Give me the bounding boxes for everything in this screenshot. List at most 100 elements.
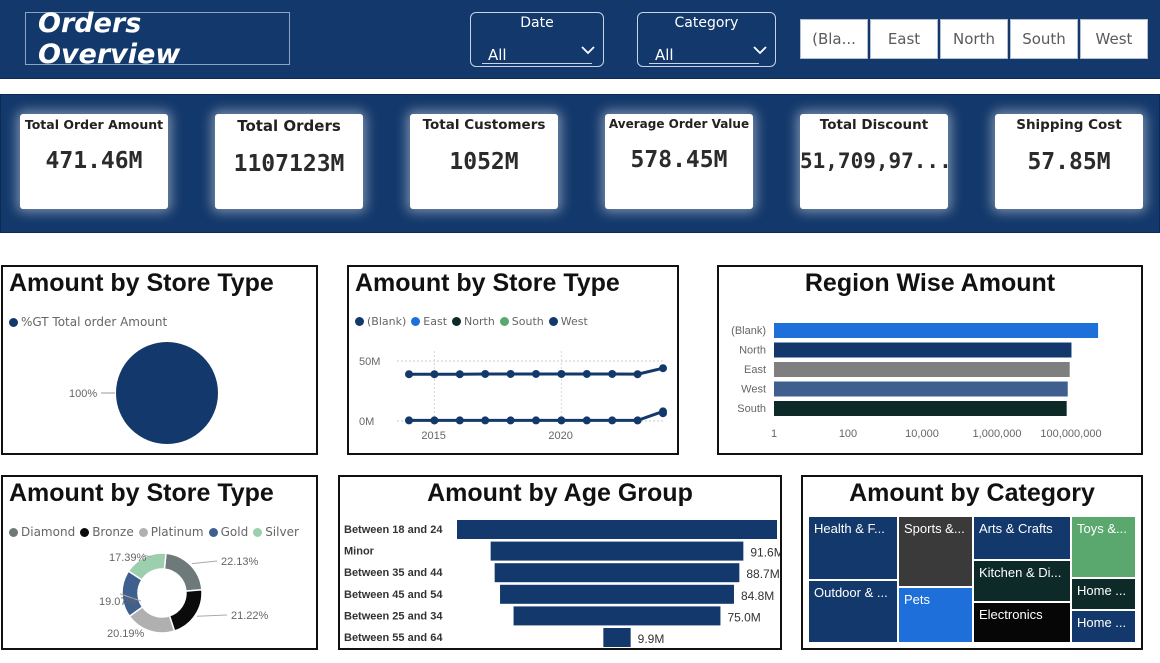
panel-store-type-line[interactable]: Amount by Store Type (Blank) East North Sou… <box>347 265 679 455</box>
funnel-category-label: Minor <box>344 546 375 558</box>
donut-leader-line <box>196 614 228 617</box>
category-slicer[interactable]: Category All <box>637 12 776 67</box>
data-point[interactable] <box>532 369 540 378</box>
treemap-tile[interactable]: Home ... <box>1072 579 1135 609</box>
x-tick-label: 100,000,000 <box>1040 428 1101 440</box>
data-point[interactable] <box>481 369 490 378</box>
treemap-tile[interactable]: Pets <box>899 588 972 642</box>
data-point[interactable] <box>405 370 413 379</box>
category-slicer-label: Category <box>674 15 739 31</box>
funnel-category-label: Between 55 and 64 <box>344 632 443 644</box>
bar-category-label: (Blank) <box>731 325 766 337</box>
kpi-label: Total Customers <box>422 117 546 133</box>
funnel-bar[interactable] <box>500 584 734 604</box>
data-point[interactable] <box>659 409 667 418</box>
data-point[interactable] <box>455 416 464 425</box>
data-point[interactable] <box>608 416 617 425</box>
panel-region-amount[interactable]: Region Wise Amount (Blank) North East West S… <box>717 265 1143 455</box>
kpi-value: 51,709,97... <box>800 149 952 173</box>
data-point[interactable] <box>633 416 642 425</box>
treemap-tile[interactable]: Home ... <box>1072 611 1135 642</box>
kpi-card-total-customers[interactable]: Total Customers 1052M <box>410 114 558 209</box>
data-point[interactable] <box>608 369 617 378</box>
region-bar[interactable] <box>774 401 1067 416</box>
chevron-down-icon[interactable] <box>581 43 595 57</box>
donut-chart: 22.13% 21.22% 20.19% 19.07% 17.39% <box>99 552 269 640</box>
data-point[interactable] <box>659 364 667 373</box>
region-button-north[interactable]: North <box>940 19 1008 59</box>
data-point[interactable] <box>430 370 439 379</box>
data-point[interactable] <box>506 369 515 378</box>
category-treemap: Health & F... Sports &... Arts & Crafts Toy… <box>803 477 1141 648</box>
panel-age-group[interactable]: Amount by Age Group Between 18 and 24 Min… <box>338 475 782 650</box>
treemap-tile[interactable]: Kitchen & Di... <box>974 561 1070 601</box>
funnel-value-label: 84.8M <box>741 589 774 603</box>
region-bar[interactable] <box>774 323 1099 338</box>
y-tick-label: 0M <box>359 416 374 428</box>
panel-category[interactable]: Amount by Category Health & F... Sports &… <box>801 475 1143 650</box>
region-bar[interactable] <box>774 381 1068 397</box>
funnel-bar[interactable] <box>457 520 777 539</box>
data-point[interactable] <box>557 416 566 425</box>
kpi-label: Average Order Value <box>608 117 750 131</box>
data-point[interactable] <box>582 369 591 378</box>
kpi-label: Total Orders <box>237 117 341 135</box>
treemap-tile[interactable]: Sports &... <box>899 517 972 586</box>
donut-slice[interactable] <box>168 588 203 632</box>
funnel-value-label: 91.6M <box>750 546 780 560</box>
chevron-down-icon[interactable] <box>753 43 767 57</box>
x-tick-label: 1,000,000 <box>973 428 1022 440</box>
funnel-bar[interactable] <box>494 563 740 583</box>
funnel-bar[interactable] <box>513 606 721 626</box>
date-slicer-value[interactable]: All <box>482 40 592 64</box>
treemap-tile[interactable]: Electronics <box>974 603 1070 642</box>
data-point[interactable] <box>506 416 515 425</box>
kpi-card-average-order-value[interactable]: Average Order Value 578.45M <box>605 114 753 209</box>
kpi-card-total-order-amount[interactable]: Total Order Amount 471.46M <box>20 114 168 209</box>
data-point[interactable] <box>455 370 464 379</box>
kpi-value: 57.85M <box>1027 149 1111 175</box>
data-point[interactable] <box>405 416 413 425</box>
panel-store-type-donut[interactable]: Amount by Store Type Diamond Bronze Platin… <box>1 475 318 650</box>
donut-slice[interactable] <box>163 552 203 592</box>
region-button-south[interactable]: South <box>1010 19 1078 59</box>
bar-category-label: South <box>737 403 766 415</box>
title-box: Orders Overview <box>25 8 290 70</box>
kpi-card-shipping-cost[interactable]: Shipping Cost 57.85M <box>995 114 1143 209</box>
treemap-tile[interactable]: Arts & Crafts <box>974 517 1070 559</box>
data-point[interactable] <box>557 369 566 378</box>
region-button-west[interactable]: West <box>1080 19 1148 59</box>
data-point[interactable] <box>532 416 540 425</box>
x-tick-label: 100 <box>839 428 857 440</box>
funnel-value-label: 88.7M <box>746 567 779 581</box>
category-slicer-value[interactable]: All <box>649 40 759 64</box>
data-point[interactable] <box>430 416 439 425</box>
region-button-east[interactable]: East <box>870 19 938 59</box>
treemap-tile[interactable]: Health & F... <box>809 517 897 579</box>
region-bar[interactable] <box>774 342 1072 358</box>
bar-category-label: West <box>741 384 766 396</box>
panel-store-type-pie[interactable]: Amount by Store Type %GT Total order Amo… <box>1 265 318 455</box>
kpi-card-total-discount[interactable]: Total Discount 51,709,97... <box>800 114 952 209</box>
data-point[interactable] <box>582 416 591 425</box>
kpi-band: Total Order Amount 471.46M Total Orders … <box>0 94 1160 233</box>
date-slicer[interactable]: Date All <box>470 12 604 67</box>
funnel-category-label: Between 45 and 54 <box>344 589 443 601</box>
funnel-bar[interactable] <box>603 628 631 647</box>
data-point[interactable] <box>481 416 490 425</box>
age-funnel-chart: Between 18 and 24 Minor 91.6M Between 35 an… <box>344 520 780 647</box>
region-bar[interactable] <box>774 362 1070 377</box>
x-tick-label: 1 <box>771 428 777 440</box>
data-point[interactable] <box>633 370 642 379</box>
pie-slice[interactable] <box>116 342 218 444</box>
pie-slice-label: 100% <box>69 388 97 400</box>
kpi-value: 1052M <box>449 149 519 175</box>
x-tick-label: 2015 <box>421 430 445 442</box>
treemap-tile[interactable]: Outdoor & ... <box>809 581 897 642</box>
region-bar-chart: (Blank) North East West South 1 100 10,000 1,000… <box>731 323 1102 440</box>
treemap-tile[interactable]: Toys &... <box>1072 517 1135 577</box>
kpi-value: 471.46M <box>45 148 143 174</box>
region-button-blank[interactable]: (Bla... <box>800 19 868 59</box>
funnel-bar[interactable] <box>490 541 744 561</box>
kpi-card-total-orders[interactable]: Total Orders 1107123M <box>215 114 363 209</box>
